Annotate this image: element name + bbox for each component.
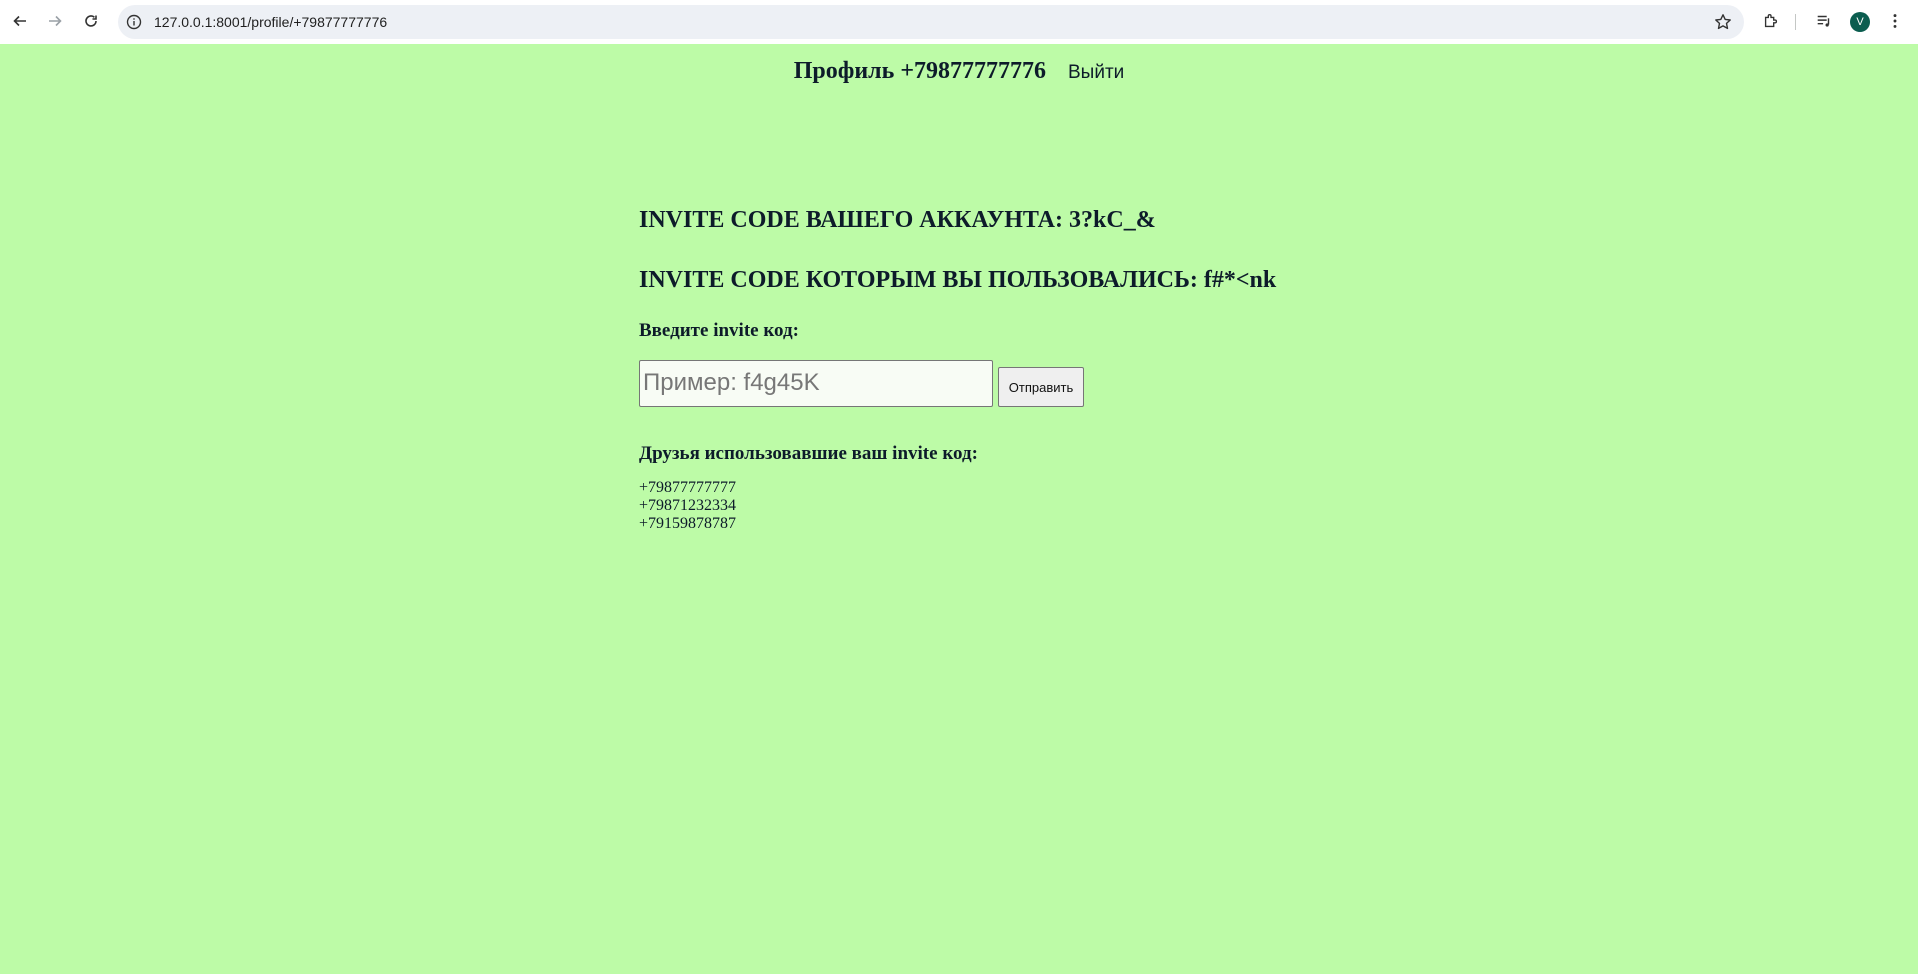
address-bar[interactable]: 127.0.0.1:8001/profile/+79877777776 — [118, 5, 1744, 39]
extensions-button[interactable] — [1761, 11, 1781, 31]
profile-content: INVITE CODE ВАШЕГО АККАУНТА: 3?kC_& INVI… — [639, 207, 1276, 533]
browser-menu-button[interactable] — [1885, 11, 1905, 31]
used-invite-code-heading: INVITE CODE КОТОРЫМ ВЫ ПОЛЬЗОВАЛИСЬ: f#*… — [639, 267, 1277, 293]
site-info-icon[interactable] — [126, 14, 142, 30]
puzzle-icon — [1764, 14, 1778, 28]
friend-item: +79871232334 — [639, 497, 737, 514]
enter-invite-label: Введите invite код: — [639, 320, 799, 341]
toolbar-separator — [1795, 14, 1796, 30]
browser-toolbar: 127.0.0.1:8001/profile/+79877777776 V — [0, 0, 1918, 44]
playlist-icon — [1817, 15, 1830, 27]
arrow-right-icon — [49, 15, 62, 27]
page-header: Профиль +79877777776 Выйти — [0, 58, 1918, 85]
forward-button[interactable] — [43, 9, 67, 33]
page-title: Профиль +79877777776 — [793, 58, 1046, 84]
friends-heading: Друзья использовавшие ваш invite код: — [639, 443, 978, 464]
invite-form: Отправить — [639, 359, 1276, 407]
reload-button[interactable] — [79, 9, 103, 33]
own-invite-code-heading: INVITE CODE ВАШЕГО АККАУНТА: 3?kC_& — [639, 207, 1156, 233]
arrow-left-icon — [13, 15, 26, 27]
back-button[interactable] — [8, 9, 32, 33]
submit-button[interactable]: Отправить — [998, 367, 1084, 407]
friend-item: +79877777777 — [639, 479, 737, 496]
page-viewport: Профиль +79877777776 Выйти INVITE CODE В… — [0, 44, 1918, 975]
media-controls-button[interactable] — [1814, 11, 1834, 31]
url-text[interactable]: 127.0.0.1:8001/profile/+79877777776 — [154, 14, 387, 30]
more-vertical-icon — [1893, 14, 1897, 28]
bookmark-star-icon[interactable] — [1714, 13, 1732, 31]
logout-link[interactable]: Выйти — [1068, 62, 1124, 83]
friends-list: +79877777777 +79871232334 +79159878787 — [639, 479, 1276, 533]
reload-icon — [85, 15, 97, 27]
profile-avatar[interactable]: V — [1850, 12, 1870, 32]
invite-code-input[interactable] — [639, 359, 993, 407]
friend-item: +79159878787 — [639, 515, 737, 532]
